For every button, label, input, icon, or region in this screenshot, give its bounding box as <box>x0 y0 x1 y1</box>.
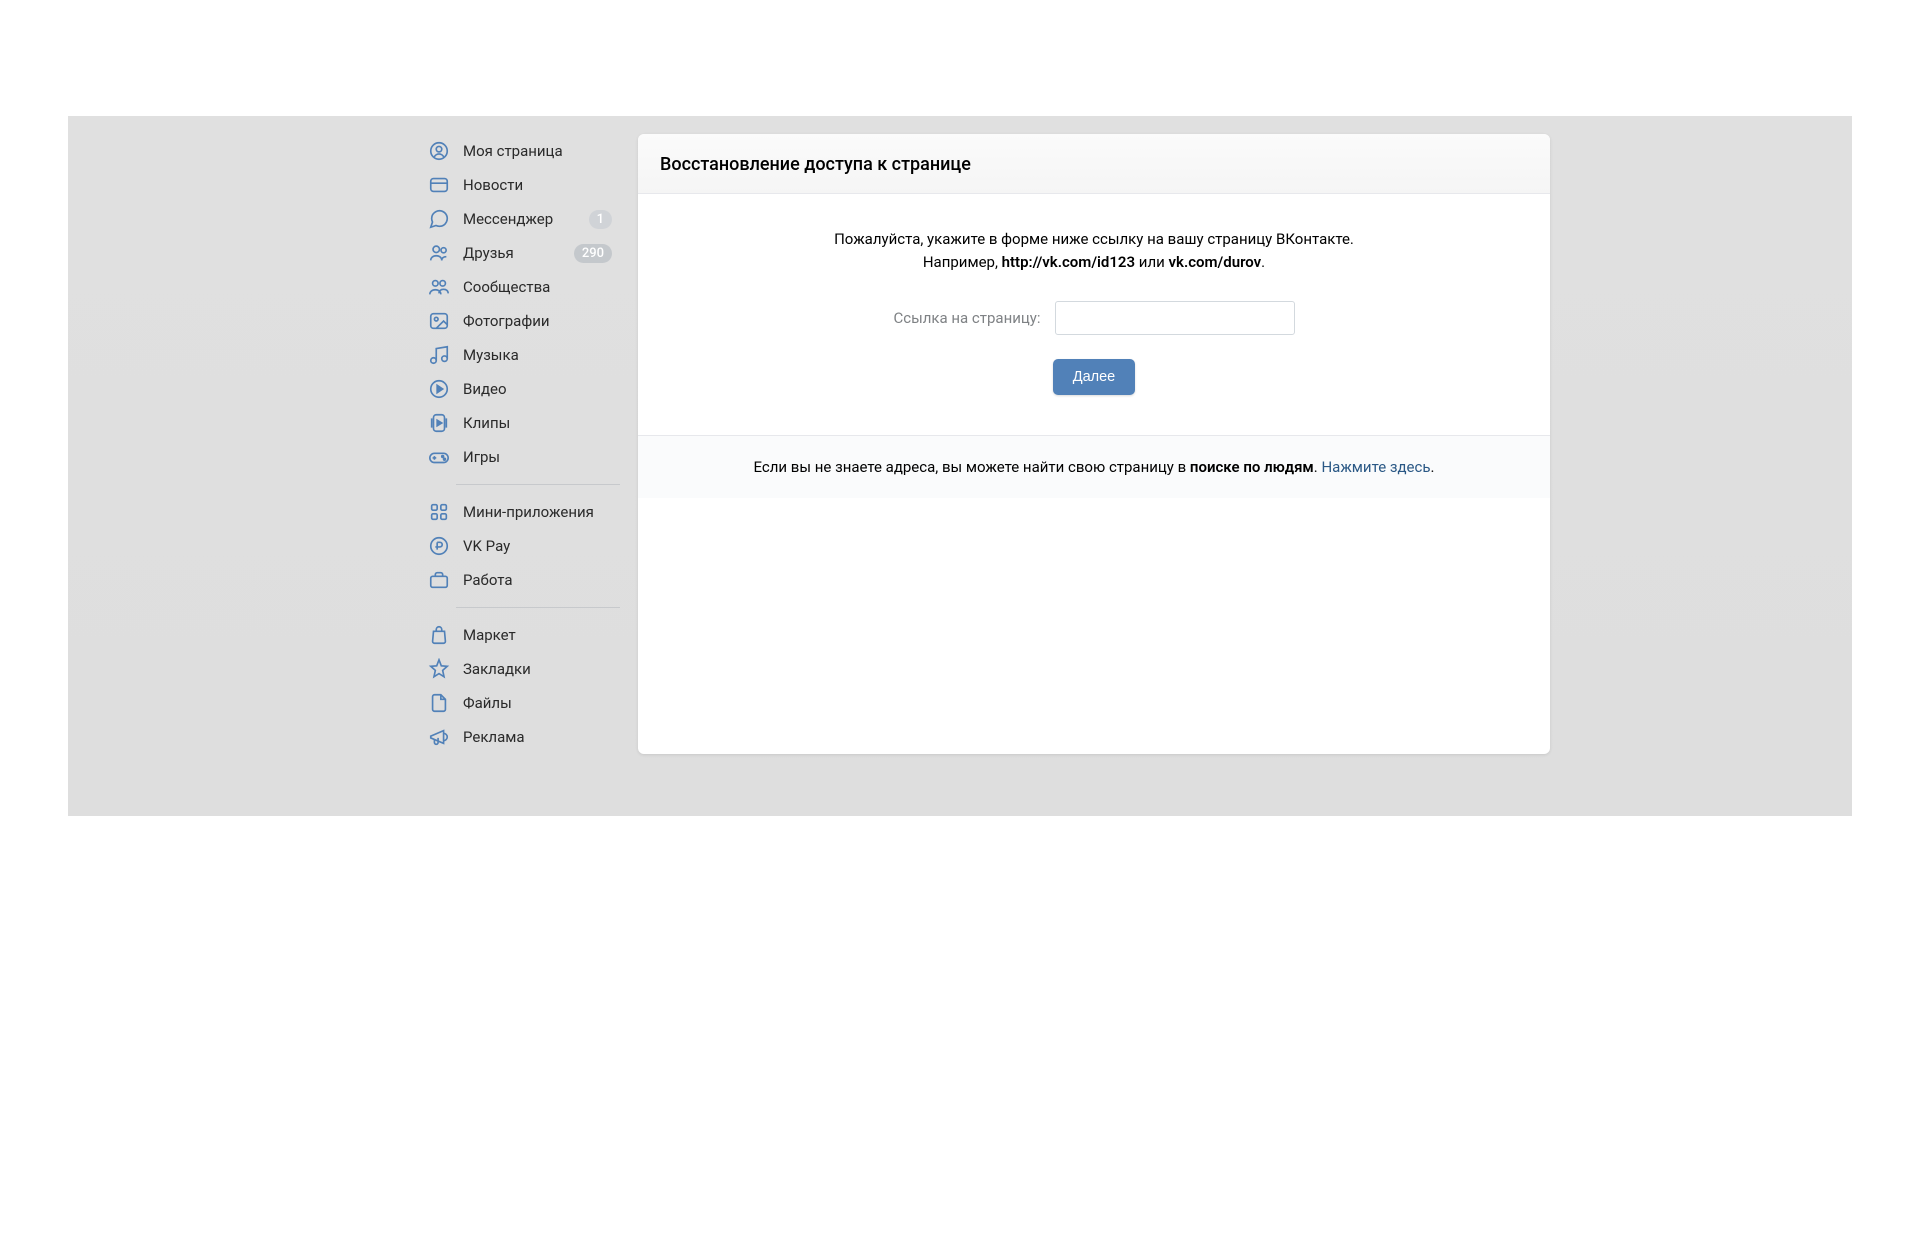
games-icon <box>428 446 450 468</box>
sidebar-item-label: VK Pay <box>463 537 612 555</box>
pay-icon <box>428 535 450 557</box>
divider <box>456 607 620 608</box>
content-area: Моя страница Новости Мессенджер 1 <box>68 116 1852 816</box>
page-wrapper: Моя страница Новости Мессенджер 1 <box>0 0 1920 1237</box>
sidebar-item-groups[interactable]: Сообщества <box>420 270 620 304</box>
sidebar-item-games[interactable]: Игры <box>420 440 620 474</box>
sidebar-item-label: Клипы <box>463 414 612 432</box>
header-space <box>0 20 1920 116</box>
instruction-prefix: Например, <box>923 253 1002 271</box>
divider <box>456 484 620 485</box>
layout: Моя страница Новости Мессенджер 1 <box>370 134 1550 754</box>
sidebar-item-label: Реклама <box>463 728 612 746</box>
instruction-suffix: . <box>1261 253 1265 271</box>
files-icon <box>428 692 450 714</box>
instruction-text: Пожалуйста, укажите в форме ниже ссылку … <box>698 228 1490 273</box>
sidebar-item-files[interactable]: Файлы <box>420 686 620 720</box>
market-icon <box>428 624 450 646</box>
sidebar-item-profile[interactable]: Моя страница <box>420 134 620 168</box>
sidebar-item-label: Фотографии <box>463 312 612 330</box>
sidebar-item-label: Файлы <box>463 694 612 712</box>
sidebar-item-bookmarks[interactable]: Закладки <box>420 652 620 686</box>
sidebar-item-label: Новости <box>463 176 612 194</box>
video-icon <box>428 378 450 400</box>
sidebar-item-label: Моя страница <box>463 142 612 160</box>
sidebar-item-label: Закладки <box>463 660 612 678</box>
sidebar-item-pay[interactable]: VK Pay <box>420 529 620 563</box>
sidebar-item-label: Мини-приложения <box>463 503 612 521</box>
main-panel: Восстановление доступа к странице Пожалу… <box>638 134 1550 754</box>
sidebar-item-work[interactable]: Работа <box>420 563 620 597</box>
footer-prefix: Если вы не знаете адреса, вы можете найт… <box>754 458 1190 476</box>
badge-friends: 290 <box>574 244 612 263</box>
message-icon <box>428 208 450 230</box>
next-button[interactable]: Далее <box>1053 359 1135 395</box>
sidebar-item-label: Игры <box>463 448 612 466</box>
footer-suffix: . <box>1431 458 1435 476</box>
sidebar-item-label: Работа <box>463 571 612 589</box>
form-row: Ссылка на страницу: <box>698 301 1490 335</box>
sidebar-item-video[interactable]: Видео <box>420 372 620 406</box>
instruction-example2: vk.com/durov <box>1169 253 1262 271</box>
news-icon <box>428 174 450 196</box>
panel-body: Пожалуйста, укажите в форме ниже ссылку … <box>638 194 1550 435</box>
instruction-example1: http://vk.com/id123 <box>1002 253 1135 271</box>
sidebar-item-label: Музыка <box>463 346 612 364</box>
groups-icon <box>428 276 450 298</box>
sidebar: Моя страница Новости Мессенджер 1 <box>420 134 620 754</box>
page-title: Восстановление доступа к странице <box>660 154 1528 175</box>
instruction-line1: Пожалуйста, укажите в форме ниже ссылку … <box>834 230 1354 248</box>
work-icon <box>428 569 450 591</box>
miniapps-icon <box>428 501 450 523</box>
sidebar-item-label: Маркет <box>463 626 612 644</box>
sidebar-item-miniapps[interactable]: Мини-приложения <box>420 495 620 529</box>
profile-icon <box>428 140 450 162</box>
ads-icon <box>428 726 450 748</box>
sidebar-item-photos[interactable]: Фотографии <box>420 304 620 338</box>
instruction-or: или <box>1135 253 1168 271</box>
sidebar-item-clips[interactable]: Клипы <box>420 406 620 440</box>
sidebar-item-label: Видео <box>463 380 612 398</box>
music-icon <box>428 344 450 366</box>
photos-icon <box>428 310 450 332</box>
url-input[interactable] <box>1055 301 1295 335</box>
sidebar-item-music[interactable]: Музыка <box>420 338 620 372</box>
footer-bold: поиске по людям <box>1190 458 1314 476</box>
sidebar-item-label: Друзья <box>463 244 574 262</box>
search-people-link[interactable]: Нажмите здесь <box>1321 458 1430 476</box>
sidebar-item-market[interactable]: Маркет <box>420 618 620 652</box>
bookmarks-icon <box>428 658 450 680</box>
sidebar-item-news[interactable]: Новости <box>420 168 620 202</box>
sidebar-item-label: Мессенджер <box>463 210 589 228</box>
clips-icon <box>428 412 450 434</box>
badge-messages: 1 <box>589 210 612 229</box>
url-input-label: Ссылка на страницу: <box>893 309 1040 327</box>
friends-icon <box>428 242 450 264</box>
panel-footer: Если вы не знаете адреса, вы можете найт… <box>638 435 1550 498</box>
sidebar-item-label: Сообщества <box>463 278 612 296</box>
panel-header: Восстановление доступа к странице <box>638 134 1550 194</box>
sidebar-item-messages[interactable]: Мессенджер 1 <box>420 202 620 236</box>
sidebar-item-ads[interactable]: Реклама <box>420 720 620 754</box>
sidebar-item-friends[interactable]: Друзья 290 <box>420 236 620 270</box>
